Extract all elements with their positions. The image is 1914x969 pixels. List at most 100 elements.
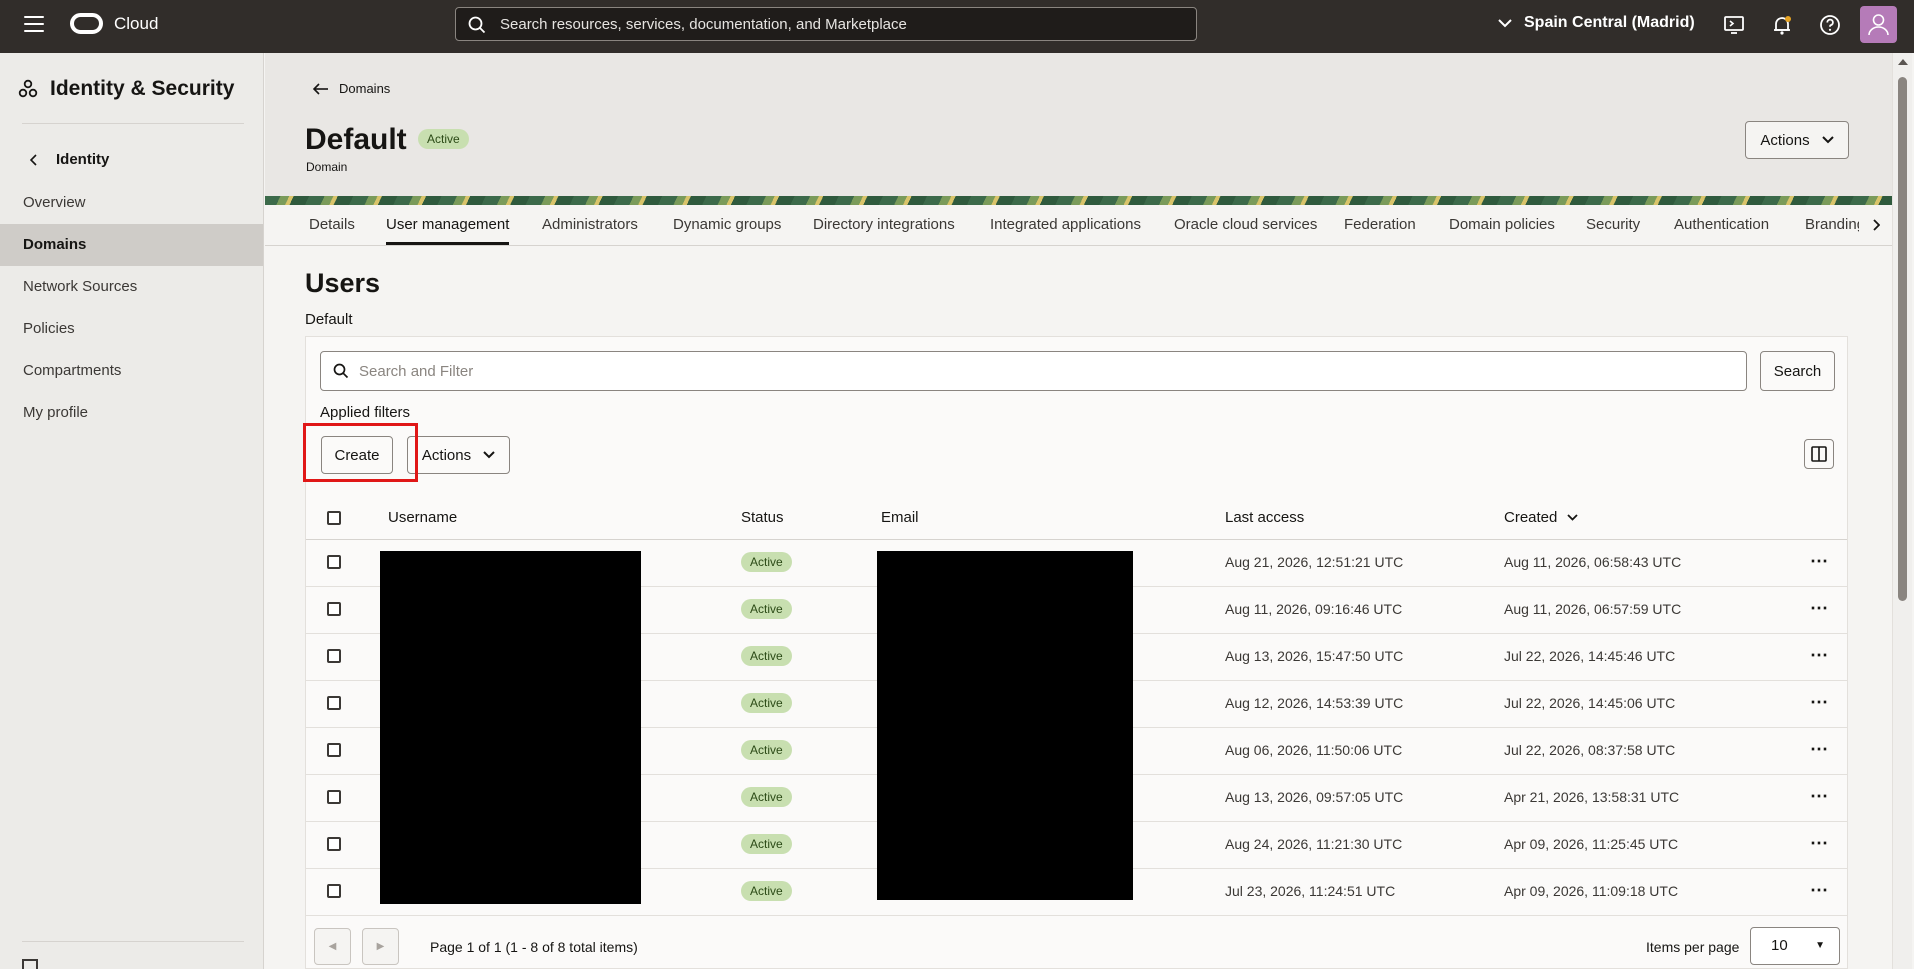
chevron-down-icon xyxy=(483,451,495,459)
last-access-cell: Aug 06, 2026, 11:50:06 UTC xyxy=(1225,742,1403,758)
row-checkbox[interactable] xyxy=(327,649,341,663)
created-cell: Jul 22, 2026, 14:45:46 UTC xyxy=(1504,648,1676,664)
tabs-scroll-right[interactable] xyxy=(1859,205,1892,245)
cloud-shell-icon[interactable] xyxy=(1722,13,1746,37)
tab-domain-policies[interactable]: Domain policies xyxy=(1449,205,1555,245)
column-status[interactable]: Status xyxy=(741,509,784,526)
page-subtitle: Domain xyxy=(306,160,348,174)
search-icon xyxy=(333,363,349,379)
breadcrumb-domains[interactable]: Domains xyxy=(313,81,390,96)
sidebar-item-domains[interactable]: Domains xyxy=(0,224,263,266)
redacted-usernames xyxy=(380,551,641,904)
tab-integrated-applications[interactable]: Integrated applications xyxy=(990,205,1141,245)
tab-security[interactable]: Security xyxy=(1586,205,1640,245)
tab-user-management[interactable]: User management xyxy=(386,205,510,245)
status-badge: Active xyxy=(741,787,792,807)
row-checkbox[interactable] xyxy=(327,743,341,757)
column-email[interactable]: Email xyxy=(881,509,919,526)
sidebar-title-label: Identity & Security xyxy=(50,77,235,100)
column-last-access[interactable]: Last access xyxy=(1225,509,1304,526)
page-scrollbar[interactable] xyxy=(1892,53,1912,969)
column-settings-button[interactable] xyxy=(1804,439,1834,469)
breadcrumb-label: Domains xyxy=(339,81,391,96)
row-menu-icon[interactable]: ⋯ xyxy=(1810,552,1829,570)
sidebar-item-my-profile[interactable]: My profile xyxy=(0,392,263,434)
domain-actions-button[interactable]: Actions xyxy=(1745,121,1849,159)
last-access-cell: Aug 24, 2026, 11:21:30 UTC xyxy=(1225,836,1403,852)
row-menu-icon[interactable]: ⋯ xyxy=(1810,693,1829,711)
bell-icon[interactable] xyxy=(1770,13,1794,37)
tab-dynamic-groups[interactable]: Dynamic groups xyxy=(673,205,781,245)
column-created[interactable]: Created xyxy=(1504,509,1579,526)
global-search[interactable] xyxy=(455,7,1197,41)
pagination: ◀ ▶ Page 1 of 1 (1 - 8 of 8 total items)… xyxy=(306,913,1847,969)
created-cell: Aug 11, 2026, 06:58:43 UTC xyxy=(1504,554,1682,570)
search-filter-field[interactable] xyxy=(320,351,1747,391)
sidebar-item-compartments[interactable]: Compartments xyxy=(0,350,263,392)
last-access-cell: Aug 21, 2026, 12:51:21 UTC xyxy=(1225,554,1404,570)
row-checkbox[interactable] xyxy=(327,555,341,569)
page-header: Domains Default Active Domain Actions xyxy=(265,53,1892,205)
tab-oracle-cloud-services[interactable]: Oracle cloud services xyxy=(1174,205,1317,245)
tab-strip: Details User management Administrators D… xyxy=(265,205,1859,246)
last-access-cell: Jul 23, 2026, 11:24:51 UTC xyxy=(1225,883,1396,899)
row-checkbox[interactable] xyxy=(327,696,341,710)
status-badge: Active xyxy=(741,552,792,572)
tab-branding[interactable]: Branding xyxy=(1805,205,1859,245)
tab-administrators[interactable]: Administrators xyxy=(542,205,638,245)
divider xyxy=(22,123,244,124)
sidebar-item-policies[interactable]: Policies xyxy=(0,308,263,350)
region-selector[interactable]: Spain Central (Madrid) xyxy=(1498,14,1695,32)
row-menu-icon[interactable]: ⋯ xyxy=(1810,834,1829,852)
tab-federation[interactable]: Federation xyxy=(1344,205,1416,245)
row-menu-icon[interactable]: ⋯ xyxy=(1810,646,1829,664)
row-menu-icon[interactable]: ⋯ xyxy=(1810,599,1829,617)
status-badge: Active xyxy=(741,599,792,619)
menu-icon[interactable] xyxy=(24,16,44,34)
applied-filters-label: Applied filters xyxy=(320,404,411,421)
global-search-input[interactable] xyxy=(500,8,1180,40)
oracle-logo[interactable] xyxy=(70,13,103,34)
search-filter-input[interactable] xyxy=(359,352,1729,390)
select-all-checkbox[interactable] xyxy=(327,511,341,525)
column-username[interactable]: Username xyxy=(388,509,457,526)
next-page-button[interactable]: ▶ xyxy=(362,928,399,965)
profile-avatar[interactable] xyxy=(1860,6,1897,43)
sidebar-back-identity[interactable]: Identity xyxy=(30,151,109,168)
row-menu-icon[interactable]: ⋯ xyxy=(1810,740,1829,758)
tab-directory-integrations[interactable]: Directory integrations xyxy=(813,205,955,245)
users-actions-button[interactable]: Actions xyxy=(407,436,510,474)
tab-details[interactable]: Details xyxy=(309,205,355,245)
created-cell: Aug 11, 2026, 06:57:59 UTC xyxy=(1504,601,1682,617)
chevron-down-icon xyxy=(1498,18,1512,27)
items-per-page-select[interactable]: 10 ▼ xyxy=(1750,927,1840,965)
previous-page-button[interactable]: ◀ xyxy=(314,928,351,965)
scrollbar-thumb[interactable] xyxy=(1898,77,1907,601)
sidebar-item-overview[interactable]: Overview xyxy=(0,182,263,224)
row-menu-icon[interactable]: ⋯ xyxy=(1810,787,1829,805)
status-badge: Active xyxy=(741,646,792,666)
row-checkbox[interactable] xyxy=(327,837,341,851)
created-cell: Apr 21, 2026, 13:58:31 UTC xyxy=(1504,789,1680,805)
divider xyxy=(22,941,244,942)
created-cell: Jul 22, 2026, 14:45:06 UTC xyxy=(1504,695,1676,711)
search-button[interactable]: Search xyxy=(1760,351,1835,391)
tab-bar: Details User management Administrators D… xyxy=(265,205,1892,246)
row-checkbox[interactable] xyxy=(327,884,341,898)
row-checkbox[interactable] xyxy=(327,790,341,804)
tab-authentication[interactable]: Authentication xyxy=(1674,205,1769,245)
arrow-left-icon xyxy=(313,82,328,95)
chevron-down-icon xyxy=(1821,136,1834,144)
help-icon[interactable] xyxy=(1818,13,1842,37)
scroll-up-icon[interactable] xyxy=(1898,59,1908,65)
sidebar-title: Identity & Security xyxy=(18,77,234,101)
brand-label[interactable]: Cloud xyxy=(114,14,158,34)
row-checkbox[interactable] xyxy=(327,602,341,616)
collapse-sidebar-icon[interactable] xyxy=(22,959,38,969)
last-access-cell: Aug 12, 2026, 14:53:39 UTC xyxy=(1225,695,1404,711)
row-menu-icon[interactable]: ⋯ xyxy=(1810,881,1829,899)
sidebar-item-network-sources[interactable]: Network Sources xyxy=(0,266,263,308)
sidebar: Identity & Security Identity Overview Do… xyxy=(0,53,264,969)
created-cell: Apr 09, 2026, 11:25:45 UTC xyxy=(1504,836,1679,852)
items-per-page-label: Items per page xyxy=(1646,939,1740,955)
